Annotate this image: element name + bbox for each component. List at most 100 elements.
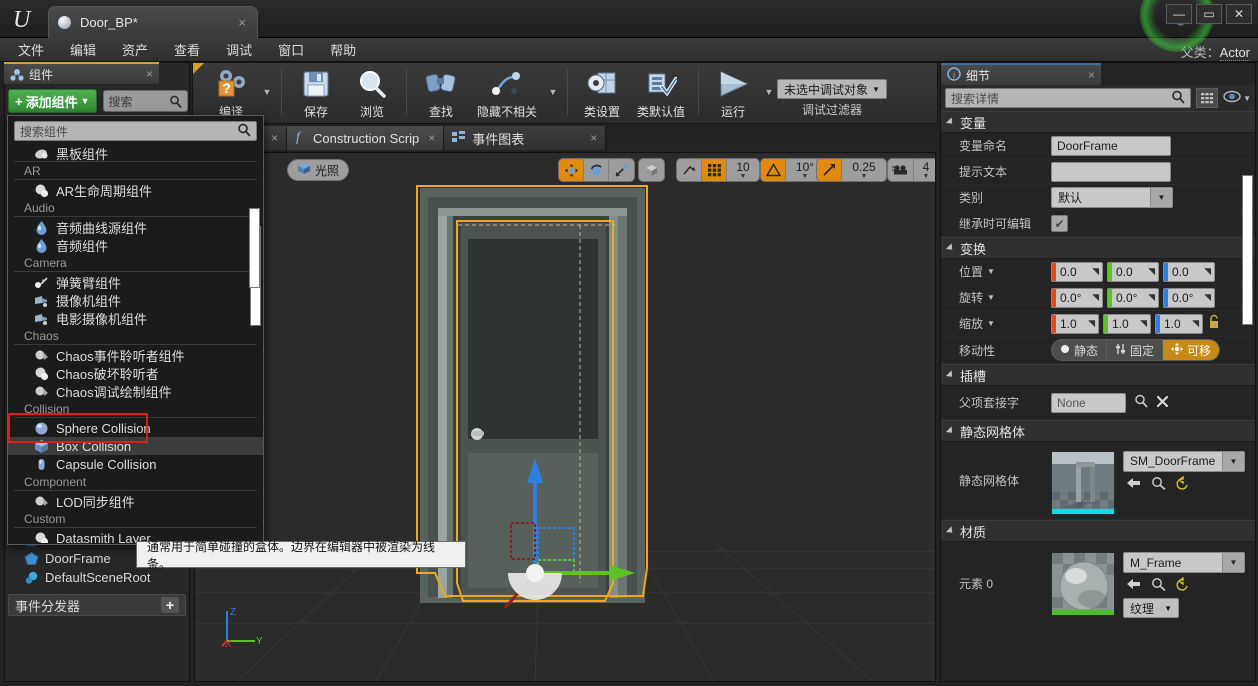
surface-snap-icon[interactable] xyxy=(677,159,702,181)
scale-snap-toggle[interactable] xyxy=(817,159,842,181)
material-combobox[interactable]: M_Frame ▼ xyxy=(1123,552,1245,573)
details-scrollbar[interactable] xyxy=(1242,175,1253,325)
variable-name-input[interactable]: DoorFrame xyxy=(1051,135,1171,156)
menu-file[interactable]: 文件 xyxy=(18,40,44,59)
location-z-input[interactable]: 0.0 ◥ xyxy=(1163,261,1215,282)
hide-unrelated-button[interactable]: 隐藏不相关 xyxy=(469,63,545,121)
list-item[interactable]: Chaos事件聆听者组件 xyxy=(8,346,263,364)
use-selected-asset-icon[interactable] xyxy=(1125,577,1141,594)
camera-speed-icon[interactable] xyxy=(888,159,914,181)
close-button[interactable]: ✕ xyxy=(1226,4,1252,24)
scale-z-input[interactable]: 1.0 ◥ xyxy=(1155,313,1203,334)
scale-y-input[interactable]: 1.0 ◥ xyxy=(1103,313,1151,334)
details-visibility-button[interactable]: ▼ xyxy=(1223,90,1251,106)
mobility-movable-option[interactable]: 可移 xyxy=(1163,340,1220,360)
location-y-input[interactable]: 0.0 ◥ xyxy=(1107,261,1159,282)
list-item[interactable]: 音频曲线源组件 xyxy=(8,218,263,236)
close-icon[interactable]: × xyxy=(271,131,278,145)
save-button[interactable]: 保存 xyxy=(288,63,344,121)
scale-x-input[interactable]: 1.0 ◥ xyxy=(1051,313,1099,334)
category-combobox[interactable]: 默认 ▼ xyxy=(1051,187,1173,208)
hide-unrelated-chevron-down-icon[interactable]: ▼ xyxy=(545,63,561,121)
location-x-input[interactable]: 0.0 ◥ xyxy=(1051,261,1103,282)
menu-debug[interactable]: 调试 xyxy=(226,40,252,59)
static-mesh-combobox[interactable]: SM_DoorFrame ▼ xyxy=(1123,450,1245,472)
drag-handle-icon[interactable]: ◥ xyxy=(1140,318,1150,329)
browse-button[interactable]: 浏览 xyxy=(344,63,400,121)
class-settings-button[interactable]: 类设置 xyxy=(574,63,630,121)
mobility-stationary-option[interactable]: 固定 xyxy=(1107,340,1164,360)
clear-icon[interactable] xyxy=(1156,395,1169,411)
document-tab-door-bp[interactable]: Door_BP* × xyxy=(48,6,258,38)
debug-object-combobox[interactable]: 未选中调试对象 ▼ xyxy=(777,79,887,99)
tab-components[interactable]: 组件 × xyxy=(4,62,159,84)
grid-snap-toggle[interactable] xyxy=(702,159,727,181)
popup-search-input[interactable]: 搜索组件 xyxy=(14,121,257,141)
scale-snap-value[interactable]: 0.25 ▼ xyxy=(842,159,886,181)
minimize-button[interactable]: — xyxy=(1166,4,1192,24)
rotation-y-input[interactable]: 0.0° ◥ xyxy=(1107,287,1159,308)
texture-dropdown-button[interactable]: 纹理 ▼ xyxy=(1123,598,1179,618)
drag-handle-icon[interactable]: ◥ xyxy=(1204,292,1214,303)
close-icon[interactable]: × xyxy=(1088,68,1095,82)
compile-button[interactable]: ? 编译 xyxy=(203,63,259,121)
reset-to-default-icon[interactable] xyxy=(1176,475,1190,493)
list-item[interactable]: Chaos调试绘制组件 xyxy=(8,382,263,400)
viewport-coord-system-button[interactable] xyxy=(638,158,665,182)
class-defaults-button[interactable]: 类默认值 xyxy=(630,63,692,121)
chevron-down-icon[interactable]: ▼ xyxy=(987,293,995,302)
static-mesh-thumbnail[interactable] xyxy=(1051,450,1115,515)
details-grid-view-button[interactable] xyxy=(1196,88,1219,108)
chevron-down-icon[interactable]: ▼ xyxy=(987,267,995,276)
section-header-transform[interactable]: 变换 xyxy=(941,237,1255,259)
menu-asset[interactable]: 资产 xyxy=(122,40,148,59)
angle-snap-toggle[interactable] xyxy=(761,159,786,181)
chevron-down-icon[interactable]: ▼ xyxy=(987,319,995,328)
world-coords-icon[interactable] xyxy=(639,159,664,181)
parent-socket-input[interactable]: None xyxy=(1051,392,1126,413)
rotate-gizmo-icon[interactable] xyxy=(584,159,609,181)
close-icon[interactable]: × xyxy=(146,67,153,81)
tab-event-graph[interactable]: 事件图表 × xyxy=(444,126,607,150)
parent-class-link[interactable]: Actor xyxy=(1219,45,1250,61)
compile-options-chevron-down-icon[interactable]: ▼ xyxy=(259,63,275,121)
add-event-dispatcher-button[interactable]: + xyxy=(161,597,179,613)
section-header-socket[interactable]: 插槽 xyxy=(941,364,1255,386)
editable-when-inherited-checkbox[interactable]: ✔ xyxy=(1051,215,1068,232)
menu-edit[interactable]: 编辑 xyxy=(70,40,96,59)
list-item[interactable]: 摄像机组件 xyxy=(8,291,263,309)
component-list[interactable]: 黑板组件 AR AR生命周期组件 Audio 音频曲线源组件 音频组件 Camera 弹簧臂组… xyxy=(8,143,263,543)
viewport-scale-snap-group[interactable]: 0.25 ▼ xyxy=(816,158,887,182)
scale-gizmo-icon[interactable] xyxy=(609,159,634,181)
rotation-z-input[interactable]: 0.0° ◥ xyxy=(1163,287,1215,308)
use-selected-asset-icon[interactable] xyxy=(1125,476,1141,493)
grid-snap-value[interactable]: 10 ▼ xyxy=(727,159,759,181)
tooltip-text-input[interactable] xyxy=(1051,161,1171,182)
browse-to-asset-icon[interactable] xyxy=(1151,577,1166,594)
component-search-input[interactable]: 搜索 xyxy=(102,90,188,112)
drag-handle-icon[interactable]: ◥ xyxy=(1192,318,1202,329)
drag-handle-icon[interactable]: ◥ xyxy=(1092,266,1102,277)
drag-handle-icon[interactable]: ◥ xyxy=(1088,318,1098,329)
close-icon[interactable]: × xyxy=(428,131,435,145)
viewport-lit-button[interactable]: 光照 xyxy=(287,159,350,181)
menu-view[interactable]: 查看 xyxy=(174,40,200,59)
drag-handle-icon[interactable]: ◥ xyxy=(1204,266,1214,277)
tab-details[interactable]: i 细节 × xyxy=(941,63,1101,85)
list-item[interactable]: 黑板组件 xyxy=(8,145,263,162)
list-item[interactable]: Chaos破坏聆听者 xyxy=(8,364,263,382)
viewport-grid-snap-group[interactable]: 10 ▼ xyxy=(676,158,760,182)
tab-construction-script[interactable]: f Construction Scrip × xyxy=(287,126,445,150)
list-item[interactable]: Box Collision xyxy=(8,437,263,455)
viewport-camera-speed-group[interactable]: 4 ▼ xyxy=(887,158,935,182)
viewport[interactable]: 视 光照 xyxy=(194,152,936,682)
section-header-static-mesh[interactable]: 静态网格体 xyxy=(941,420,1255,442)
mobility-toggle-group[interactable]: 静态 固定 可移 xyxy=(1051,339,1221,361)
reset-to-default-icon[interactable] xyxy=(1176,576,1190,594)
menu-window[interactable]: 窗口 xyxy=(278,40,304,59)
list-item[interactable]: 音频组件 xyxy=(8,236,263,254)
find-button[interactable]: 查找 xyxy=(413,63,469,121)
drag-handle-icon[interactable]: ◥ xyxy=(1148,292,1158,303)
add-component-button[interactable]: + 添加组件 ▼ xyxy=(8,89,97,113)
drag-handle-icon[interactable]: ◥ xyxy=(1092,292,1102,303)
